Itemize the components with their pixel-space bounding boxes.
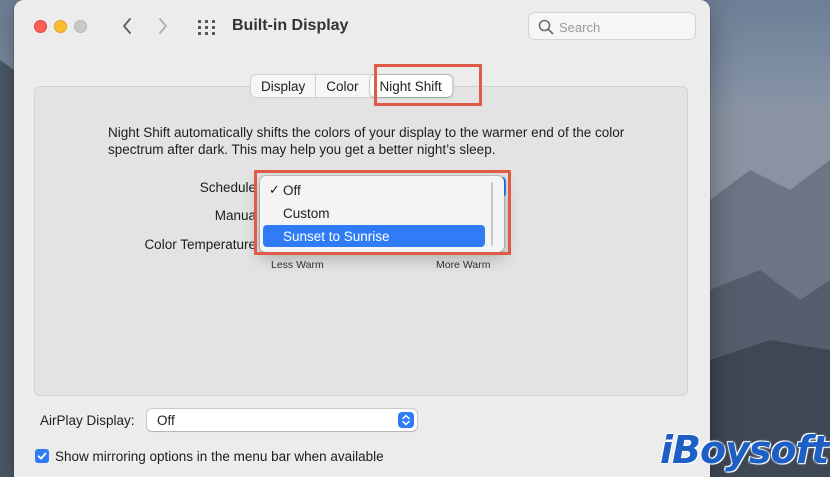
menu-item-label: Sunset to Sunrise — [283, 228, 390, 244]
menu-item-label: Off — [283, 182, 301, 198]
close-window-button[interactable] — [34, 20, 47, 33]
system-preferences-window: Built-in Display Display Color Night Shi… — [14, 0, 710, 477]
schedule-label: Schedule — [199, 180, 256, 195]
menu-item-custom[interactable]: Custom — [263, 202, 485, 224]
manual-label: Manua — [214, 208, 256, 223]
slider-min-label: Less Warm — [271, 259, 324, 271]
window-title: Built-in Display — [232, 17, 349, 34]
forward-button[interactable] — [152, 14, 174, 38]
menu-item-off[interactable]: ✓ Off — [263, 179, 485, 201]
mirroring-label: Show mirroring options in the menu bar w… — [55, 449, 384, 464]
schedule-popup-menu: ✓ Off Custom Sunset to Sunrise — [260, 176, 504, 252]
chevron-left-icon — [123, 18, 131, 34]
zoom-window-button[interactable] — [74, 20, 87, 33]
color-temperature-label: Color Temperature — [144, 237, 256, 252]
tab-bar: Display Color Night Shift — [250, 74, 454, 98]
slider-max-label: More Warm — [436, 259, 491, 271]
grid-icon — [198, 20, 215, 35]
tab-color[interactable]: Color — [316, 75, 368, 97]
watermark-logo: iBoysoft — [660, 428, 829, 472]
airplay-display-select[interactable]: Off — [147, 409, 417, 431]
airplay-display-value: Off — [157, 412, 175, 428]
up-down-arrows-icon — [398, 412, 414, 428]
back-button[interactable] — [116, 14, 138, 38]
show-all-button[interactable] — [196, 17, 218, 37]
menu-item-sunset-to-sunrise[interactable]: Sunset to Sunrise — [263, 225, 485, 247]
search-icon — [538, 19, 554, 35]
checkmark-icon: ✓ — [269, 182, 280, 197]
airplay-display-label: AirPlay Display: — [40, 413, 135, 428]
tab-night-shift[interactable]: Night Shift — [369, 75, 452, 97]
tab-display[interactable]: Display — [251, 75, 317, 97]
minimize-window-button[interactable] — [54, 20, 67, 33]
search-field[interactable] — [528, 12, 696, 40]
mirroring-checkbox[interactable] — [35, 449, 49, 463]
title-bar: Built-in Display — [14, 0, 710, 54]
night-shift-description: Night Shift automatically shifts the col… — [108, 125, 625, 157]
menu-scrollbar[interactable] — [489, 180, 495, 248]
checkmark-icon — [37, 452, 47, 460]
chevron-right-icon — [159, 18, 167, 34]
menu-item-label: Custom — [283, 205, 330, 221]
search-input[interactable] — [559, 17, 689, 37]
